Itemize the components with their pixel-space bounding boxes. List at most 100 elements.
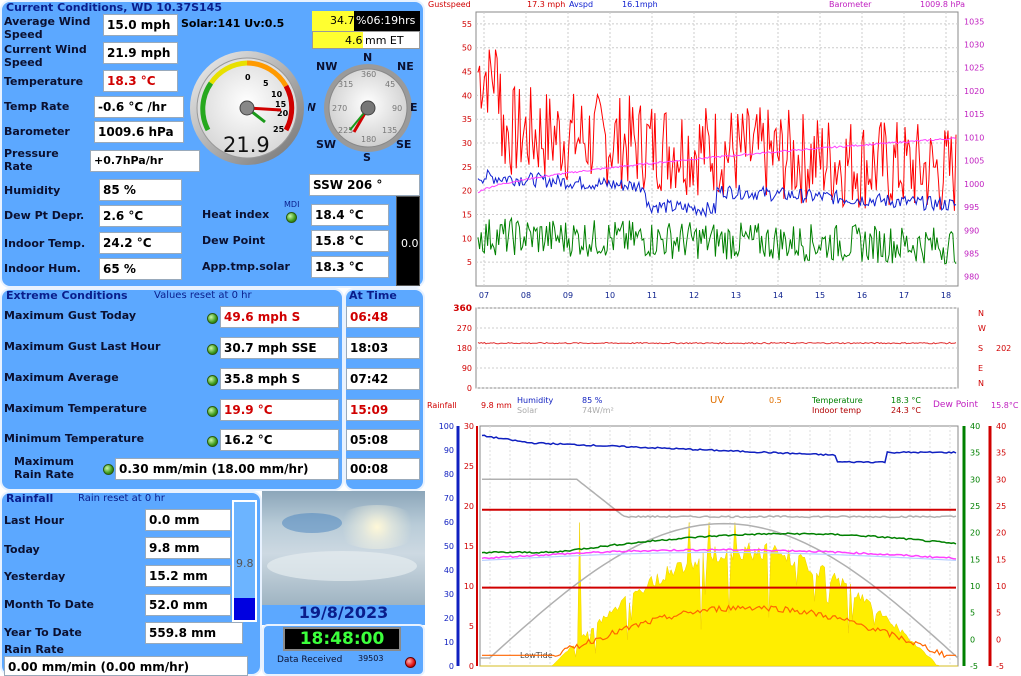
clock-display: 18:48:00: [283, 627, 401, 651]
extreme-row-value: 49.6 mph S: [220, 306, 339, 328]
extreme-row-label: Maximum Gust Today: [4, 309, 137, 322]
rain-last-hour-label: Last Hour: [4, 514, 65, 527]
rain-today-label: Today: [4, 543, 40, 556]
y-right-tick: 1010: [964, 133, 984, 142]
x-tick: 18: [941, 291, 951, 300]
y-left-tick: 0: [467, 384, 472, 393]
avg-wind-value: 15.0 mph: [103, 14, 178, 36]
extreme-row-label: Maximum Average: [4, 371, 119, 384]
humidity-axis-tick: 40: [444, 566, 454, 575]
x-tick: 11: [647, 291, 657, 300]
extreme-row-time: 18:03: [346, 337, 420, 359]
y-left-tick: 30: [462, 139, 472, 148]
x-tick: 15: [815, 291, 825, 300]
x-tick: 09: [563, 291, 573, 300]
rain-tube-value: 9.8: [236, 557, 254, 570]
humidity-label: Humidity: [4, 184, 61, 197]
y-left-tick: 5: [467, 258, 472, 267]
y-right-tick: N: [978, 309, 984, 318]
app-temp-label: App.tmp.solar: [202, 260, 290, 273]
wind-direction-chart: 360270180900NWSEN202: [453, 304, 1011, 393]
compass-e: E: [410, 101, 418, 114]
temp-axis-tick: 25: [970, 502, 980, 511]
temp-legend-value: 18.3 °C: [891, 396, 921, 405]
compass-deg-135: 135: [382, 126, 397, 135]
current-conditions-title: Current Conditions, WD 10.37S145: [6, 1, 222, 14]
temp-axis-tick: 15: [970, 555, 980, 564]
compass-w: W: [308, 101, 316, 114]
extreme-row-indicator: [207, 375, 218, 386]
wind-baro-chart: 5550454035302520151051035103010251020101…: [462, 11, 984, 300]
dew-axis-tick: 20: [996, 529, 1006, 538]
indoor-hum-value: 65 %: [99, 258, 182, 280]
dew-axis-tick: 10: [996, 582, 1006, 591]
pressure-rate-label: Pressure Rate: [4, 147, 59, 173]
y-left-tick: 35: [462, 115, 472, 124]
y-left-tick: 270: [457, 324, 472, 333]
y-left-tick: 20: [462, 187, 472, 196]
rain-rate-value: 0.00 mm/min (0.00 mm/hr): [4, 656, 248, 676]
y-right-tick: 985: [964, 249, 979, 258]
compass-ne: NE: [397, 60, 414, 73]
sky-image: [262, 491, 425, 605]
y-left-tick: 45: [462, 68, 472, 77]
compass-deg-45: 45: [385, 80, 395, 89]
dew-legend-label: Dew Point: [933, 400, 979, 410]
dew-legend-value: 15.8°C: [991, 401, 1019, 410]
rain-legend-label: Rainfall: [427, 401, 457, 410]
extreme-row-label: Minimum Temperature: [4, 432, 145, 445]
temp-axis-tick: 10: [970, 582, 980, 591]
sunshine-pct: 34.7: [330, 14, 355, 27]
y-left-tick: 25: [462, 163, 472, 172]
sunshine-box: 34.7 %06:19hrs: [312, 11, 420, 31]
y-left-tick: 50: [462, 44, 472, 53]
humidity-axis-tick: 60: [444, 518, 454, 527]
y-left-tick: 360: [453, 304, 472, 314]
uv-legend-value: 0.5: [769, 396, 782, 405]
barometer-label: Barometer: [4, 125, 70, 138]
cur-wind-label: Current Wind Speed: [4, 43, 87, 69]
max-rain-rate-indicator: [103, 464, 114, 475]
y-left-tick: 55: [462, 20, 472, 29]
pressure-rate-value: +0.7hPa/hr: [90, 150, 200, 172]
sunshine-hrs: %06:19hrs: [356, 14, 416, 27]
y-left-tick: 90: [462, 364, 472, 373]
extreme-row-indicator: [207, 406, 218, 417]
dew-axis-tick: 15: [996, 555, 1006, 564]
rain-year-value: 559.8 mm: [145, 622, 243, 644]
barometer-value: 1009.6 hPa: [94, 121, 184, 143]
indoor-temp-value: 24.2 °C: [99, 232, 182, 254]
humidity-legend-value: 85 %: [582, 396, 603, 405]
indoor-legend-label: Indoor temp: [812, 406, 862, 415]
level-bar-value: 0.0: [401, 237, 419, 250]
heat-index-label: Heat index: [202, 208, 270, 221]
temp-axis-tick: 20: [970, 529, 980, 538]
dew-axis-tick: 35: [996, 449, 1006, 458]
solar-legend-label: Solar: [517, 406, 538, 415]
rain-today-value: 9.8 mm: [145, 537, 231, 559]
heat-index-value: 18.4 °C: [311, 204, 389, 226]
rainfall-title: Rainfall: [6, 492, 54, 505]
dew-axis-tick: -5: [996, 662, 1004, 671]
compass-se: SE: [396, 138, 411, 151]
indoor-legend-value: 24.3 °C: [891, 406, 921, 415]
x-tick: 07: [479, 291, 489, 300]
solar-uv-text: Solar:141 Uv:0.5: [181, 17, 285, 30]
extreme-row-value: 19.9 °C: [220, 399, 339, 421]
x-tick: 08: [521, 291, 531, 300]
cur-wind-value: 21.9 mph: [103, 42, 178, 64]
temp-axis-tick: -5: [970, 662, 978, 671]
y-right-tick: E: [978, 364, 983, 373]
gauge-value: 21.9: [223, 133, 270, 157]
temp-legend-label: Temperature: [812, 396, 863, 405]
extreme-row-value: 30.7 mph SSE: [220, 337, 339, 359]
x-tick: 10: [605, 291, 615, 300]
rain-temp-chart: 1009080706050403020100302520151050403530…: [439, 422, 1006, 671]
extreme-row-indicator: [207, 436, 218, 447]
x-tick: 14: [773, 291, 783, 300]
rain-reset-note: Rain reset at 0 hr: [78, 493, 165, 504]
et-value: 4.6: [345, 34, 363, 47]
avg-wind-label: Average Wind Speed: [4, 15, 91, 41]
rain-tube: 9.8: [232, 500, 257, 622]
gauge-tick-1: 5: [263, 79, 269, 88]
